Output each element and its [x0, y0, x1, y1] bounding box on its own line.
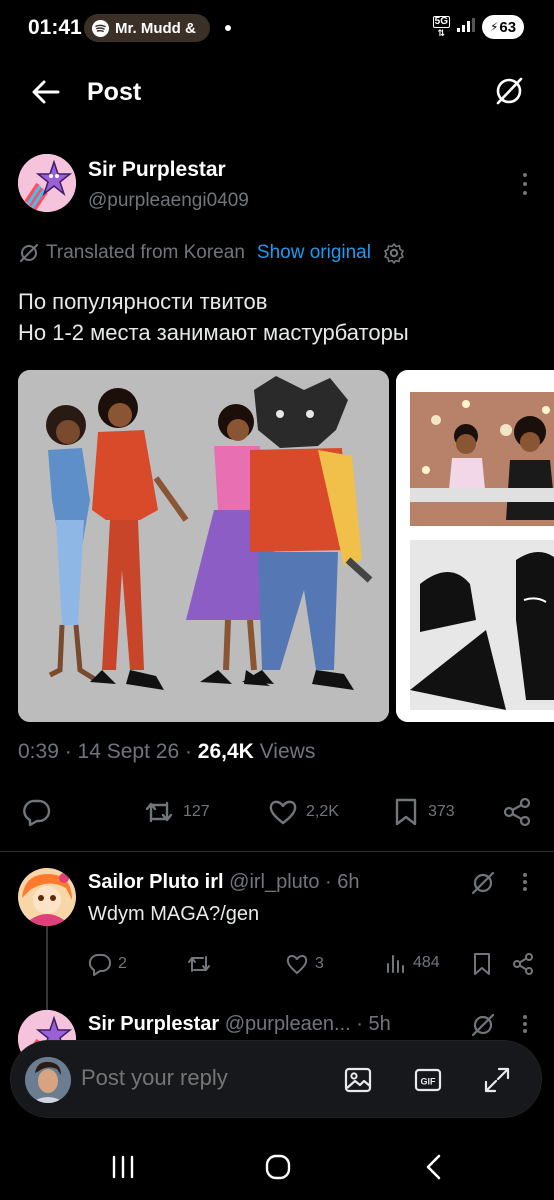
reply-bookmark-button[interactable] — [472, 952, 492, 976]
translate-off-icon[interactable] — [470, 1012, 496, 1038]
reply-input[interactable] — [81, 1065, 321, 1091]
reply-views-button[interactable]: 484 — [385, 952, 440, 974]
reply-reply-count: 2 — [118, 955, 127, 972]
bookmark-icon — [474, 953, 490, 975]
translate-off-icon[interactable] — [470, 870, 496, 896]
reply-author-name[interactable]: Sir Purplestar — [88, 1013, 219, 1035]
post-timestamp: 0:39 · 14 Sept 26 · — [18, 740, 198, 763]
thread-line — [46, 926, 48, 1012]
system-navigation-bar — [0, 1135, 554, 1200]
author-avatar[interactable] — [18, 154, 76, 212]
post-text-line-1: По популярности твитов — [18, 289, 268, 314]
battery-icon: ⚡ 63 — [482, 15, 524, 39]
reply-button[interactable] — [22, 790, 52, 834]
settings-gear-icon[interactable] — [383, 242, 405, 264]
post-image-2[interactable] — [396, 370, 554, 722]
spotify-icon — [92, 19, 109, 37]
translated-label: Translated from Korean — [46, 242, 245, 263]
translate-off-icon[interactable] — [492, 74, 526, 108]
like-count: 2,2K — [306, 803, 339, 820]
share-icon — [513, 953, 533, 975]
share-button[interactable] — [502, 790, 532, 834]
views-count[interactable]: 26,4K — [198, 740, 254, 763]
network-5g-icon: 5G ⇅ — [432, 16, 450, 38]
reply-reply-button[interactable]: 2 — [88, 952, 127, 976]
reply-actions: 2 3 484 — [88, 952, 538, 982]
svg-text:GIF: GIF — [421, 1077, 437, 1087]
status-time: 01:41 — [28, 16, 82, 39]
author-name[interactable]: Sir Purplestar — [88, 158, 226, 182]
expand-icon[interactable] — [482, 1065, 512, 1095]
reply-author-handle[interactable]: @irl_pluto · 6h — [224, 871, 359, 893]
reply-share-button[interactable] — [511, 952, 535, 976]
divider — [0, 851, 554, 852]
reply-icon — [88, 953, 111, 976]
repost-count: 127 — [183, 803, 210, 820]
heart-icon — [269, 800, 297, 825]
reply-header: Sir Purplestar @purpleaen... · 5h — [88, 1013, 391, 1036]
views-chart-icon — [387, 955, 404, 973]
reply-repost-button[interactable] — [186, 952, 212, 976]
more-options-icon[interactable] — [515, 173, 535, 195]
media-title: Mr. Mudd & — [115, 19, 196, 37]
translate-icon — [20, 244, 38, 262]
bookmark-icon — [395, 798, 417, 826]
reply-text: Wdym MAGA?/gen — [88, 903, 260, 925]
repost-icon — [188, 956, 210, 972]
reply-author-name[interactable]: Sailor Pluto irl — [88, 871, 224, 893]
reply-avatar[interactable] — [18, 868, 76, 926]
post-image-1[interactable] — [18, 370, 389, 722]
share-icon — [503, 797, 531, 827]
heart-icon — [286, 955, 308, 974]
translation-row: Translated from Korean Show original — [18, 242, 405, 264]
bookmark-button[interactable]: 373 — [392, 790, 455, 834]
top-app-bar: Post — [0, 62, 554, 122]
media-indicator[interactable]: Mr. Mudd & — [84, 14, 210, 42]
post-body: По популярности твитов Но 1-2 места зани… — [18, 286, 538, 348]
views-label: Views — [253, 740, 316, 763]
show-original-link[interactable]: Show original — [257, 242, 371, 264]
notification-dot — [225, 25, 231, 31]
home-icon[interactable] — [262, 1151, 294, 1183]
recent-apps-icon[interactable] — [107, 1151, 139, 1183]
repost-icon — [145, 801, 173, 823]
back-nav-icon[interactable] — [418, 1151, 450, 1183]
like-button[interactable]: 2,2K — [268, 790, 339, 834]
bookmark-count: 373 — [428, 803, 455, 820]
reply-icon — [23, 799, 51, 827]
back-arrow-icon[interactable] — [30, 76, 62, 108]
gif-icon[interactable]: GIF — [413, 1065, 443, 1095]
post-text-line-2: Но 1-2 места занимают мастурбаторы — [18, 320, 409, 345]
reply-like-button[interactable]: 3 — [285, 952, 324, 976]
author-handle[interactable]: @purpleaengi0409 — [88, 190, 249, 212]
network-label: 5G — [432, 16, 450, 28]
post-meta: 0:39 · 14 Sept 26 · 26,4K Views — [18, 740, 315, 764]
image-icon[interactable] — [343, 1065, 373, 1095]
signal-icon — [456, 17, 476, 38]
reply-header: Sailor Pluto irl @irl_pluto · 6h — [88, 871, 360, 894]
page-title: Post — [87, 78, 142, 106]
status-bar: 01:41 Mr. Mudd & 5G ⇅ ⚡ 63 — [0, 0, 554, 58]
more-options-icon[interactable] — [515, 1015, 535, 1033]
reply-like-count: 3 — [315, 955, 324, 972]
reply-author-handle[interactable]: @purpleaen... · 5h — [219, 1013, 391, 1035]
repost-button[interactable]: 127 — [143, 790, 210, 834]
post-actions: 127 2,2K 373 — [0, 790, 554, 834]
reply-composer: GIF — [10, 1040, 542, 1118]
battery-level: 63 — [499, 18, 517, 36]
status-icons: 5G ⇅ ⚡ 63 — [432, 15, 524, 39]
more-options-icon[interactable] — [515, 873, 535, 891]
current-user-avatar[interactable] — [25, 1057, 71, 1103]
reply-views-count: 484 — [413, 954, 440, 971]
